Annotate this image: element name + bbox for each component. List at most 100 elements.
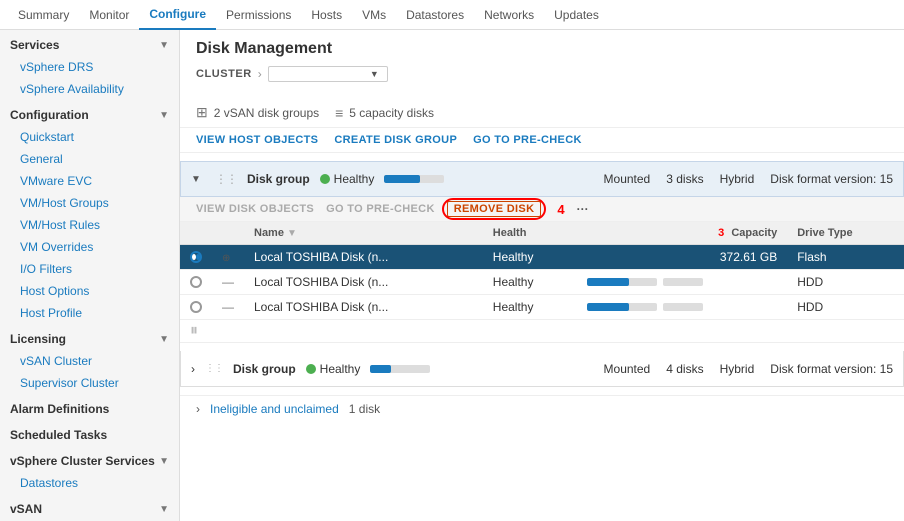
sidebar-item-supervisor-cluster[interactable]: Supervisor Cluster — [0, 372, 179, 394]
ineligible-row: › Ineligible and unclaimed 1 disk — [180, 395, 904, 422]
disk-group-1-health-text: Healthy — [334, 172, 375, 186]
annotation-3-badge: 3 — [718, 227, 724, 239]
nav-vms[interactable]: VMs — [352, 0, 396, 30]
more-actions-button[interactable]: ··· — [577, 202, 589, 216]
sidebar: Services ▼ vSphere DRS vSphere Availabil… — [0, 30, 180, 521]
chevron-down-icon: ▼ — [159, 110, 169, 121]
disk-group-1-status: Mounted — [604, 172, 651, 186]
sidebar-item-host-profile[interactable]: Host Profile — [0, 302, 179, 324]
col-health: Health — [483, 222, 577, 245]
nav-datastores[interactable]: Datastores — [396, 0, 474, 30]
sidebar-item-general[interactable]: General — [0, 148, 179, 170]
expand-icon[interactable]: ⊕ — [222, 253, 230, 264]
disk-icon: — — [222, 275, 234, 289]
breadcrumb-cluster-label: CLUSTER — [196, 68, 252, 80]
sidebar-item-vmware-evc[interactable]: VMware EVC — [0, 170, 179, 192]
drag-handle-icon: ⋮⋮ — [215, 172, 237, 186]
sidebar-item-vmhost-rules[interactable]: VM/Host Rules — [0, 214, 179, 236]
row-health-cell: Healthy — [483, 245, 577, 270]
view-host-objects-button[interactable]: VIEW HOST OBJECTS — [196, 134, 318, 146]
disk-group-1-sub-actions: VIEW DISK OBJECTS GO TO PRE-CHECK REMOVE… — [180, 197, 904, 222]
disk-group-2-health: Healthy — [306, 362, 361, 376]
breadcrumb-cluster-dropdown[interactable]: ▼ — [268, 66, 388, 82]
nav-summary[interactable]: Summary — [8, 0, 79, 30]
sidebar-section-licensing[interactable]: Licensing ▼ — [0, 324, 179, 350]
disk-group-2-collapse-button[interactable]: › — [191, 362, 195, 376]
disk-groups-stat: ⊞ 2 vSAN disk groups — [196, 104, 319, 121]
sidebar-item-vsphere-drs[interactable]: vSphere DRS — [0, 56, 179, 78]
progress-bar-background — [370, 365, 430, 373]
row-radio-cell[interactable] — [180, 295, 212, 320]
filter-icon[interactable]: ▼ — [287, 228, 297, 239]
disk-group-1-version: Disk format version: 15 — [770, 172, 893, 186]
disk-group-1-disks: 3 disks — [666, 172, 703, 186]
ineligible-expand-button[interactable]: › — [196, 402, 200, 416]
col-expand — [212, 222, 244, 245]
sidebar-section-services[interactable]: Services ▼ — [0, 30, 179, 56]
view-disk-objects-button[interactable]: VIEW DISK OBJECTS — [196, 203, 314, 215]
chevron-down-icon: ▼ — [159, 334, 169, 345]
sidebar-item-host-options[interactable]: Host Options — [0, 280, 179, 302]
create-disk-group-button[interactable]: CREATE DISK GROUP — [334, 134, 457, 146]
col-drive-type: Drive Type — [787, 222, 904, 245]
content-area: Disk Management CLUSTER › ▼ ⊞ 2 vSAN dis… — [180, 30, 904, 521]
progress-bar-background — [384, 175, 444, 183]
row-expand-cell[interactable]: ⊕ — [212, 245, 244, 270]
nav-updates[interactable]: Updates — [544, 0, 609, 30]
ineligible-disk-count: 1 disk — [349, 402, 380, 416]
table-row[interactable]: ⊕ Local TOSHIBA Disk (n... Healthy 372.6… — [180, 245, 904, 270]
sidebar-item-io-filters[interactable]: I/O Filters — [0, 258, 179, 280]
capacity-bar-background — [587, 278, 657, 286]
nav-networks[interactable]: Networks — [474, 0, 544, 30]
sidebar-section-configuration[interactable]: Configuration ▼ — [0, 100, 179, 126]
radio-button[interactable] — [190, 276, 202, 288]
disk-group-1-collapse-button[interactable]: ▼ — [191, 174, 205, 185]
radio-button[interactable] — [190, 251, 202, 263]
row-radio-cell[interactable] — [180, 245, 212, 270]
table-row[interactable]: — Local TOSHIBA Disk (n... Healthy — [180, 270, 904, 295]
row-expand-cell[interactable]: — — [212, 270, 244, 295]
progress-bar-fill — [370, 365, 391, 373]
row-expand-cell[interactable]: — — [212, 295, 244, 320]
ineligible-link[interactable]: Ineligible and unclaimed — [210, 402, 339, 416]
sidebar-item-vsan-cluster[interactable]: vSAN Cluster — [0, 350, 179, 372]
sidebar-item-quickstart[interactable]: Quickstart — [0, 126, 179, 148]
row-drive-type-cell: HDD — [787, 270, 904, 295]
row-radio-cell[interactable] — [180, 270, 212, 295]
disk-group-2-status: Mounted — [604, 362, 651, 376]
disk-group-2-health-text: Healthy — [320, 362, 361, 376]
radio-button[interactable] — [190, 301, 202, 313]
sidebar-item-vsphere-availability[interactable]: vSphere Availability — [0, 78, 179, 100]
nav-monitor[interactable]: Monitor — [79, 0, 139, 30]
sidebar-item-vmhost-groups[interactable]: VM/Host Groups — [0, 192, 179, 214]
disk-group-2-disks: 4 disks — [666, 362, 703, 376]
nav-hosts[interactable]: Hosts — [301, 0, 352, 30]
sidebar-section-scheduled-tasks[interactable]: Scheduled Tasks — [0, 420, 179, 446]
table-header-row: Name ▼ Health 3 Capacity Drive Type — [180, 222, 904, 245]
disk-group-2-progress — [370, 365, 430, 373]
nav-configure[interactable]: Configure — [139, 0, 216, 30]
row-name-cell: Local TOSHIBA Disk (n... — [244, 245, 483, 270]
sidebar-section-vsan[interactable]: vSAN ▼ — [0, 494, 179, 520]
row-capacity-cell: 372.61 GB — [577, 245, 788, 270]
table-row[interactable]: — Local TOSHIBA Disk (n... Healthy — [180, 295, 904, 320]
chevron-down-icon: ▼ — [370, 69, 379, 79]
row-name-cell: Local TOSHIBA Disk (n... — [244, 295, 483, 320]
sidebar-section-vsphere-cluster-services[interactable]: vSphere Cluster Services ▼ — [0, 446, 179, 472]
disk-group-1-type: Hybrid — [720, 172, 755, 186]
sidebar-section-alarm-definitions[interactable]: Alarm Definitions — [0, 394, 179, 420]
disk-group-2-label: Disk group — [233, 362, 296, 376]
capacity-disks-stat: ≡ 5 capacity disks — [335, 105, 434, 121]
capacity-disks-icon: ≡ — [335, 105, 343, 121]
go-to-pre-check-button[interactable]: GO TO PRE-CHECK — [473, 134, 582, 146]
disk-group-1-meta: Mounted 3 disks Hybrid Disk format versi… — [604, 172, 893, 186]
sidebar-item-datastores[interactable]: Datastores — [0, 472, 179, 494]
sidebar-item-vm-overrides[interactable]: VM Overrides — [0, 236, 179, 258]
disk-group-1-label: Disk group — [247, 172, 310, 186]
nav-permissions[interactable]: Permissions — [216, 0, 301, 30]
remove-disk-button[interactable]: REMOVE DISK — [447, 201, 542, 217]
go-to-pre-check-sub-button[interactable]: GO TO PRE-CHECK — [326, 203, 435, 215]
disk-group-1-header: ▼ ⋮⋮ Disk group Healthy Mounted 3 disks … — [180, 161, 904, 197]
drag-handle-icon: ⋮⋮ — [205, 363, 223, 374]
capacity-disks-count: 5 capacity disks — [349, 106, 434, 120]
